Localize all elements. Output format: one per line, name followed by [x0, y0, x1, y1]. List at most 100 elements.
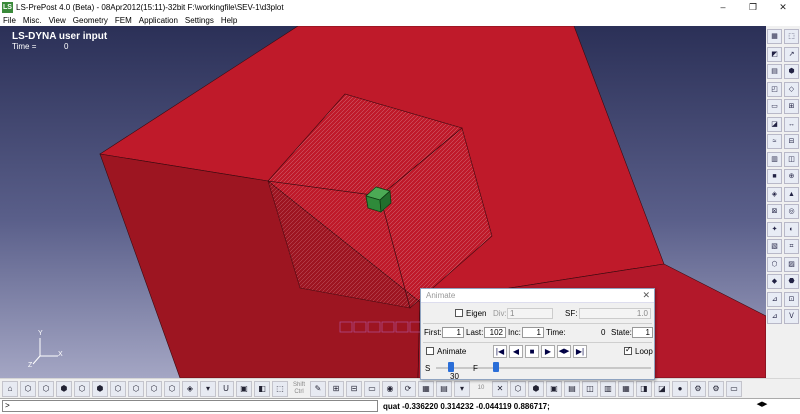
image-icon[interactable]: ▭ — [726, 380, 742, 397]
select-icon[interactable]: ↗ — [784, 46, 799, 62]
shape-icon[interactable]: ⬢ — [784, 64, 799, 79]
menu-fem[interactable]: FEM — [115, 16, 132, 25]
file-open-icon[interactable]: ⬚ — [784, 29, 799, 44]
frame-slider-handle[interactable] — [493, 362, 500, 372]
shade-icon[interactable]: ◐ — [784, 221, 799, 237]
view-wire-icon[interactable]: ⬡ — [146, 380, 162, 397]
node-icon[interactable]: ⊕ — [784, 169, 799, 184]
command-scroll-arrows[interactable]: ◀▶ — [756, 400, 768, 412]
curve-icon[interactable]: ≈ — [767, 134, 782, 149]
command-input[interactable] — [2, 400, 378, 412]
dropdown-arrow-icon[interactable]: ▾ — [200, 380, 216, 397]
fringe-dropdown-icon[interactable]: ▾ — [454, 380, 470, 397]
step-back-button[interactable]: ◀ — [509, 345, 523, 358]
hex-icon[interactable]: ⬣ — [784, 274, 799, 289]
blank-icon[interactable]: ⊠ — [767, 204, 782, 219]
menu-application[interactable]: Application — [139, 16, 178, 25]
animate-checkbox[interactable] — [426, 347, 434, 355]
first-field[interactable]: 1 — [442, 327, 464, 338]
menu-view[interactable]: View — [49, 16, 66, 25]
section-icon[interactable]: ⊟ — [784, 134, 799, 149]
cube-blue-icon[interactable]: ⬡ — [510, 380, 526, 397]
history-plot-icon[interactable]: ▤ — [767, 64, 782, 79]
fringe-icon[interactable]: ■ — [767, 169, 782, 184]
home-icon[interactable]: ⌂ — [2, 380, 18, 397]
stop-button[interactable]: ■ — [525, 345, 539, 358]
ascii-icon[interactable]: ▭ — [767, 99, 782, 114]
menu-misc[interactable]: Misc. — [23, 16, 42, 25]
view-iso-icon[interactable]: ⬡ — [20, 380, 36, 397]
surface-icon[interactable]: ◇ — [784, 81, 799, 97]
texture-icon[interactable]: ▧ — [767, 239, 782, 254]
settings-icon[interactable]: ⚙ — [690, 380, 706, 397]
play-button[interactable]: ▶ — [541, 345, 555, 358]
zoom-icon[interactable]: ◉ — [382, 380, 398, 397]
diamond-icon[interactable]: ◆ — [767, 274, 782, 289]
undo-view-icon[interactable]: U — [218, 380, 234, 397]
first-frame-button[interactable]: |◀ — [493, 345, 507, 358]
inc-field[interactable]: 1 — [522, 327, 544, 338]
wire-icon[interactable]: ⌗ — [784, 239, 799, 254]
speed-slider-track[interactable] — [436, 367, 651, 369]
vector-icon[interactable]: ▲ — [784, 186, 799, 202]
layout-icon[interactable]: ▥ — [600, 380, 616, 397]
div-select[interactable]: 1 — [507, 308, 553, 319]
add-icon[interactable]: ⊞ — [328, 380, 344, 397]
dialog-close-icon[interactable]: ✕ — [642, 290, 650, 301]
rotate-icon[interactable]: ⟳ — [400, 380, 416, 397]
element-icon[interactable]: ◈ — [767, 186, 782, 202]
last-field[interactable]: 102 — [484, 327, 506, 338]
solid-icon[interactable]: ⬡ — [767, 256, 782, 272]
velocity-icon[interactable]: Ｖ — [784, 309, 799, 324]
window-icon[interactable]: ◨ — [636, 380, 652, 397]
render-wire-icon[interactable]: ⬚ — [272, 380, 288, 397]
render-solid-icon[interactable]: ▣ — [236, 380, 252, 397]
axis-icon[interactable]: ✕ — [492, 380, 508, 397]
grid-toggle-icon[interactable]: ▦ — [418, 380, 434, 397]
table-icon[interactable]: ▤ — [564, 380, 580, 397]
menu-help[interactable]: Help — [221, 16, 237, 25]
last-frame-button[interactable]: ▶| — [573, 345, 587, 358]
view-icon[interactable]: ◎ — [784, 204, 799, 219]
menu-geometry[interactable]: Geometry — [73, 16, 108, 25]
sf-field[interactable]: 1.0 — [579, 308, 651, 319]
view-right-icon[interactable]: ⬡ — [128, 380, 144, 397]
model-icon[interactable]: ▦ — [767, 29, 782, 44]
state-field[interactable]: 1 — [632, 327, 653, 338]
cube-solid-icon[interactable]: ⬢ — [528, 380, 544, 397]
bounce-button[interactable]: ◀▶ — [557, 345, 571, 358]
loop-checkbox[interactable] — [624, 345, 632, 355]
box-icon[interactable]: ⊡ — [784, 291, 799, 307]
edit-icon[interactable]: ✎ — [310, 380, 326, 397]
pattern-icon[interactable]: ▨ — [784, 256, 799, 272]
view-top-icon[interactable]: ⬡ — [74, 380, 90, 397]
fringe-toggle-icon[interactable]: ◈ — [182, 380, 198, 397]
view-front-icon[interactable]: ⬡ — [38, 380, 54, 397]
maximize-button[interactable]: ❐ — [738, 0, 768, 14]
split-icon[interactable]: ◫ — [582, 380, 598, 397]
view-bottom-icon[interactable]: ⬢ — [92, 380, 108, 397]
binout-icon[interactable]: ◪ — [767, 116, 782, 132]
trace-icon[interactable]: ▥ — [767, 151, 782, 167]
palette-icon[interactable]: ◪ — [654, 380, 670, 397]
view-back-icon[interactable]: ⬢ — [56, 380, 72, 397]
eigen-checkbox[interactable] — [455, 309, 463, 317]
menu-settings[interactable]: Settings — [185, 16, 214, 25]
dialog-titlebar[interactable]: Animate ✕ — [421, 289, 654, 303]
view-outline-icon[interactable]: ⬡ — [164, 380, 180, 397]
options-icon[interactable]: ⚙ — [708, 380, 724, 397]
render-shade-icon[interactable]: ◧ — [254, 380, 270, 397]
light-icon[interactable]: ✦ — [767, 221, 782, 237]
minimize-button[interactable]: – — [708, 0, 738, 14]
view-left-icon[interactable]: ⬡ — [110, 380, 126, 397]
remove-icon[interactable]: ⊟ — [346, 380, 362, 397]
frame-icon[interactable]: ▭ — [364, 380, 380, 397]
measure-icon[interactable]: ↔ — [784, 116, 799, 132]
mesh-icon[interactable]: ⊞ — [784, 99, 799, 114]
menu-file[interactable]: File — [3, 16, 16, 25]
speed-slider-handle[interactable] — [448, 362, 455, 372]
close-button[interactable]: ✕ — [768, 0, 798, 14]
part-color-icon[interactable]: ◩ — [767, 46, 782, 62]
list-icon[interactable]: ▤ — [436, 380, 452, 397]
triangle-icon[interactable]: ⊿ — [767, 291, 782, 307]
